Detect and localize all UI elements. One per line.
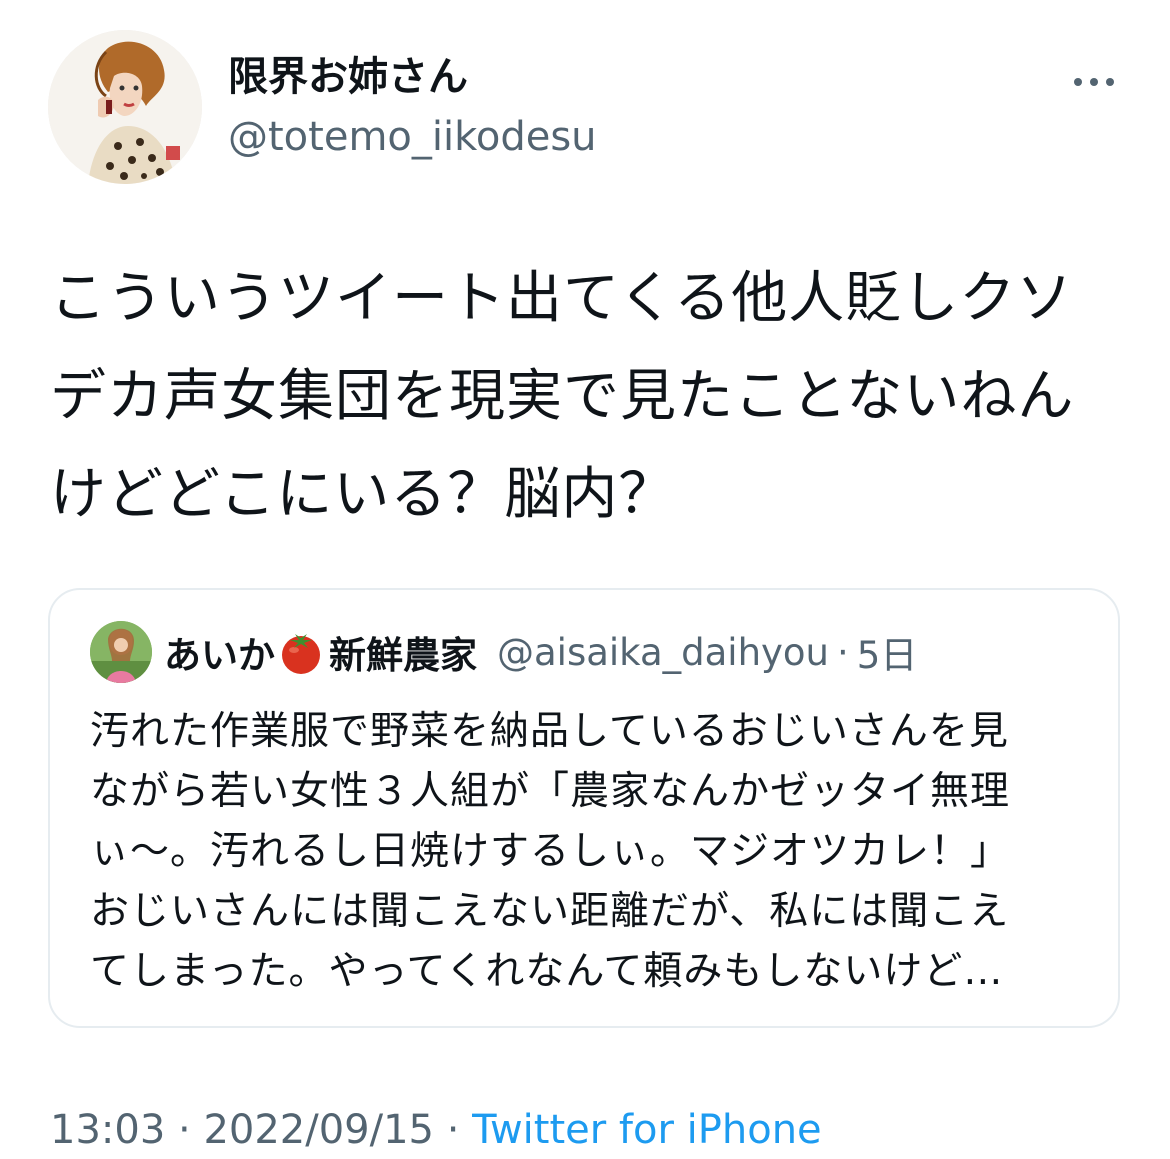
tomato-emoji-icon xyxy=(282,634,320,674)
quoted-tweet-text: 汚れた作業服で野菜を納品しているおじいさんを見 ながら若い女性３人組が「農家なん… xyxy=(90,709,1011,994)
more-horizontal-icon xyxy=(1074,78,1114,86)
footer-separator: · xyxy=(165,1107,204,1153)
author-handle[interactable]: @totemo_iikodesu xyxy=(228,112,597,162)
tweet-time[interactable]: 13:03 xyxy=(50,1107,165,1153)
quoted-header-separator: · xyxy=(837,630,849,674)
quoted-author-name-prefix: あいか xyxy=(164,634,275,677)
quoted-avatar-photo-icon xyxy=(90,621,152,683)
quoted-tweet-time[interactable]: 5日 xyxy=(857,625,918,679)
tweet-container: 限界お姉さん @totemo_iikodesu こういうツイート出てくる他人貶し… xyxy=(0,0,1170,1159)
tweet-footer: 13:03 · 2022/09/15 · Twitter for iPhone xyxy=(50,1102,822,1158)
quoted-tweet-card[interactable]: あいか 新鮮農家 @aisaika_daihyou · 5日 汚れた作業服で野菜… xyxy=(48,588,1120,1028)
tweet-date[interactable]: 2022/09/15 xyxy=(203,1107,434,1153)
tweet-source-link[interactable]: Twitter for iPhone xyxy=(472,1107,822,1153)
quoted-author-handle[interactable]: @aisaika_daihyou xyxy=(497,631,829,674)
tweet-text: こういうツイート出てくる他人貶しクソデカ声女集団を現実で見たことないねんけどどこ… xyxy=(50,266,1075,527)
quoted-author-avatar[interactable] xyxy=(90,621,152,683)
author-avatar[interactable] xyxy=(48,30,202,184)
quoted-author-name-suffix: 新鮮農家 xyxy=(329,634,477,677)
quoted-author-name[interactable]: あいか 新鮮農家 xyxy=(164,625,477,679)
footer-separator: · xyxy=(433,1107,473,1153)
quoted-tweet-header: あいか 新鮮農家 @aisaika_daihyou · 5日 xyxy=(90,620,917,684)
author-name[interactable]: 限界お姉さん xyxy=(228,52,468,102)
more-options-button[interactable] xyxy=(1068,68,1120,96)
avatar-illustration-icon xyxy=(48,30,202,184)
